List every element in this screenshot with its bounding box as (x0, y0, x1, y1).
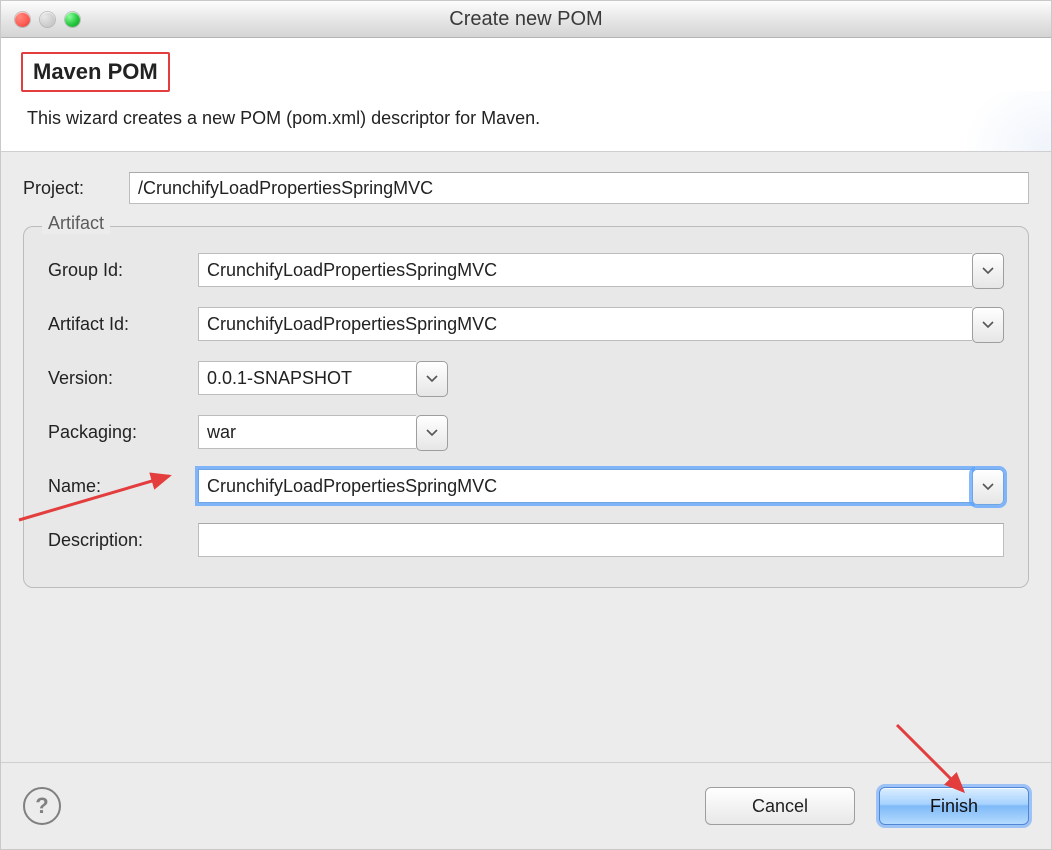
artifact-legend: Artifact (42, 213, 110, 234)
artifactid-input[interactable] (198, 307, 972, 341)
version-label: Version: (48, 368, 198, 389)
packaging-input[interactable] (198, 415, 416, 449)
artifactid-label: Artifact Id: (48, 314, 198, 335)
packaging-combo[interactable] (198, 415, 448, 449)
minimize-icon[interactable] (40, 12, 55, 27)
version-row: Version: (48, 361, 1004, 395)
name-input[interactable] (198, 469, 972, 503)
chevron-down-icon (982, 267, 994, 275)
zoom-icon[interactable] (65, 12, 80, 27)
version-dropdown-button[interactable] (416, 361, 448, 397)
packaging-row: Packaging: (48, 415, 1004, 449)
wizard-heading: Maven POM (21, 52, 170, 92)
help-icon[interactable]: ? (23, 787, 61, 825)
name-label: Name: (48, 476, 198, 497)
packaging-dropdown-button[interactable] (416, 415, 448, 451)
project-input[interactable] (129, 172, 1029, 204)
chevron-down-icon (982, 321, 994, 329)
finish-button[interactable]: Finish (879, 787, 1029, 825)
version-input[interactable] (198, 361, 416, 395)
chevron-down-icon (426, 375, 438, 383)
name-combo[interactable] (198, 469, 1004, 503)
groupid-row: Group Id: (48, 253, 1004, 287)
artifact-group: Artifact Group Id: Artifact Id: (23, 226, 1029, 588)
groupid-input[interactable] (198, 253, 972, 287)
artifactid-dropdown-button[interactable] (972, 307, 1004, 343)
title-bar: Create new POM (1, 1, 1051, 38)
description-row: Description: (48, 523, 1004, 557)
project-label: Project: (23, 178, 129, 199)
groupid-combo[interactable] (198, 253, 1004, 287)
packaging-label: Packaging: (48, 422, 198, 443)
dialog-window: Create new POM Maven POM This wizard cre… (0, 0, 1052, 850)
close-icon[interactable] (15, 12, 30, 27)
wizard-subtext: This wizard creates a new POM (pom.xml) … (27, 108, 1023, 129)
cancel-button[interactable]: Cancel (705, 787, 855, 825)
chevron-down-icon (982, 483, 994, 491)
name-row: Name: (48, 469, 1004, 503)
name-dropdown-button[interactable] (972, 469, 1004, 505)
project-row: Project: (23, 172, 1029, 204)
wizard-banner: Maven POM This wizard creates a new POM … (1, 38, 1051, 152)
groupid-dropdown-button[interactable] (972, 253, 1004, 289)
description-label: Description: (48, 530, 198, 551)
window-controls (15, 12, 80, 27)
description-input[interactable] (198, 523, 1004, 557)
groupid-label: Group Id: (48, 260, 198, 281)
chevron-down-icon (426, 429, 438, 437)
wizard-body: Project: Artifact Group Id: Artifact Id: (1, 152, 1051, 762)
button-bar: ? Cancel Finish (1, 762, 1051, 849)
window-title: Create new POM (1, 8, 1051, 31)
version-combo[interactable] (198, 361, 448, 395)
artifactid-row: Artifact Id: (48, 307, 1004, 341)
artifactid-combo[interactable] (198, 307, 1004, 341)
